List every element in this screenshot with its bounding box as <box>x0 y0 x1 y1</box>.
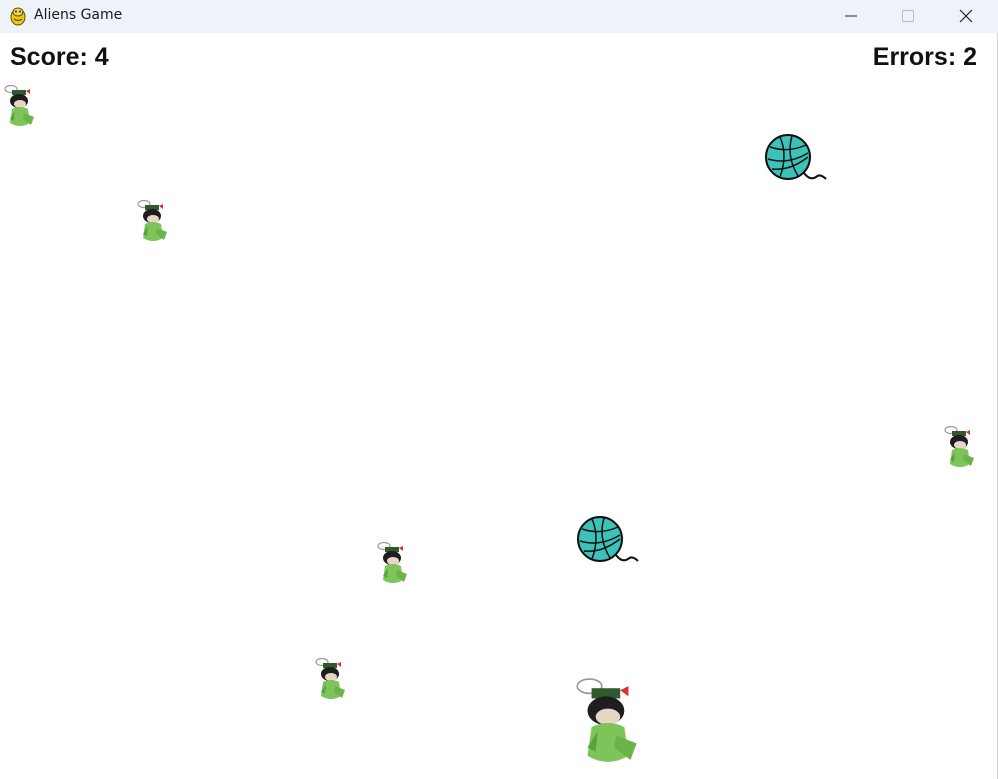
crochet-alien-keychain-icon <box>944 425 974 467</box>
alien-sprite[interactable] <box>135 199 173 245</box>
yarn-ball-sprite[interactable] <box>764 133 830 185</box>
yarn-ball-icon <box>577 516 639 562</box>
alien-sprite[interactable] <box>571 678 649 768</box>
crochet-alien-keychain-icon <box>315 657 345 699</box>
yarn-ball-sprite[interactable] <box>576 515 642 567</box>
alien-sprite[interactable] <box>313 657 351 703</box>
game-canvas[interactable]: Score: 4 Errors: 2 <box>0 33 998 779</box>
yarn-ball-icon <box>765 134 827 180</box>
minimize-button[interactable] <box>822 0 880 31</box>
minimize-icon <box>845 15 857 16</box>
crochet-alien-keychain-icon <box>137 199 167 241</box>
maximize-button[interactable] <box>879 0 937 31</box>
crochet-alien-keychain-icon <box>377 541 407 583</box>
maximize-icon <box>902 9 914 22</box>
crochet-alien-keychain-icon <box>4 85 34 126</box>
title-bar[interactable]: Aliens Game <box>0 0 998 33</box>
pygame-snake-icon <box>8 6 28 26</box>
score-label: Score: 4 <box>10 43 109 71</box>
close-button[interactable] <box>937 0 995 31</box>
alien-sprite[interactable] <box>375 541 413 587</box>
alien-sprite[interactable] <box>942 425 980 471</box>
alien-sprite[interactable] <box>2 85 40 129</box>
errors-label: Errors: 2 <box>872 43 977 71</box>
window-title: Aliens Game <box>34 7 123 23</box>
crochet-alien-keychain-icon <box>576 678 637 762</box>
close-icon <box>959 9 973 22</box>
